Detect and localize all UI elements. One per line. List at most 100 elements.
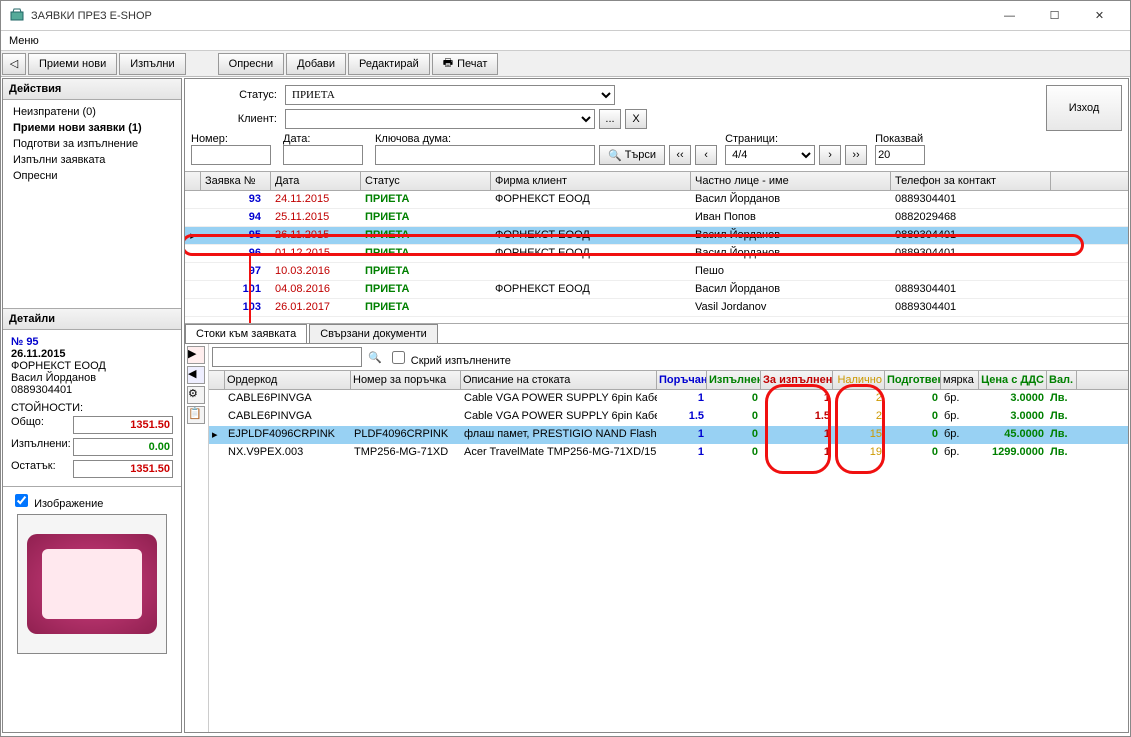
- date-input[interactable]: [283, 145, 363, 165]
- hide-fulfilled-label[interactable]: Скрий изпълнените: [388, 348, 511, 367]
- sidebar: Действия Неизпратени (0) Приеми нови зая…: [2, 78, 182, 733]
- table-row[interactable]: 93 24.11.2015 ПРИЕТА ФОРНЕКСТ ЕООД Васил…: [185, 191, 1128, 209]
- client-clear-button[interactable]: X: [625, 109, 647, 129]
- fulfilled-value: 0.00: [73, 438, 173, 456]
- items-toolbar: ▶ ◀ ⚙ 📋: [185, 344, 209, 732]
- items-add-icon[interactable]: ▶: [187, 346, 205, 364]
- filter-area: Изход Статус: ПРИЕТА Клиент: ... X Номер…: [185, 79, 1128, 171]
- action-prepare[interactable]: Подготви за изпълнение: [5, 136, 179, 152]
- table-row[interactable]: 96 01.12.2015 ПРИЕТА ФОРНЕКСТ ЕООД Васил…: [185, 245, 1128, 263]
- table-row[interactable]: 103 26.01.2017 ПРИЕТА Vasil Jordanov 088…: [185, 299, 1128, 317]
- number-label: Номер:: [191, 133, 271, 145]
- keyword-input[interactable]: [375, 145, 595, 165]
- tab-goods[interactable]: Стоки към заявката: [185, 324, 307, 343]
- hide-fulfilled-checkbox[interactable]: [392, 351, 405, 364]
- search-icon[interactable]: 🔍: [368, 351, 382, 364]
- show-input[interactable]: [875, 145, 925, 165]
- image-checkbox[interactable]: [15, 494, 28, 507]
- first-page-button[interactable]: ‹‹: [669, 145, 691, 165]
- items-grid-header: Ордеркод Номер за поръчка Описание на ст…: [209, 370, 1128, 390]
- items-filter: 🔍 Скрий изпълнените: [209, 344, 1128, 370]
- table-row[interactable]: ▸ 95 26.11.2015 ПРИЕТА ФОРНЕКСТ ЕООД Вас…: [185, 227, 1128, 245]
- table-row[interactable]: CABLE6PINVGA Cable VGA POWER SUPPLY 6pin…: [209, 408, 1128, 426]
- col-prep[interactable]: Подготвено: [885, 371, 941, 389]
- table-row[interactable]: ▸ EJPLDF4096CRPINK PLDF4096CRPINK флаш п…: [209, 426, 1128, 444]
- items-area: ▶ ◀ ⚙ 📋 🔍 Скрий изпълнените Ордеркод Ном…: [185, 343, 1128, 732]
- col-ordnum[interactable]: Номер за поръчка: [351, 371, 461, 389]
- items-action1-icon[interactable]: ⚙: [187, 386, 205, 404]
- client-label: Клиент:: [191, 113, 281, 125]
- items-action2-icon[interactable]: 📋: [187, 406, 205, 424]
- col-status[interactable]: Статус: [361, 172, 491, 190]
- remaining-value: 1351.50: [73, 460, 173, 478]
- action-list: Неизпратени (0) Приеми нови заявки (1) П…: [3, 100, 181, 188]
- col-phone[interactable]: Телефон за контакт: [891, 172, 1051, 190]
- menu-bar: Меню: [1, 31, 1130, 51]
- main-area: Изход Статус: ПРИЕТА Клиент: ... X Номер…: [184, 78, 1129, 733]
- fulfill-button[interactable]: Изпълни: [119, 53, 185, 75]
- pages-select[interactable]: 4/4: [725, 145, 815, 165]
- search-button[interactable]: 🔍Търси: [599, 145, 665, 165]
- action-accept-new[interactable]: Приеми нови заявки (1): [5, 120, 179, 136]
- menu-item[interactable]: Меню: [9, 35, 39, 47]
- edit-button[interactable]: Редактирай: [348, 53, 430, 75]
- table-row[interactable]: NX.V9PEX.003 TMP256-MG-71XD Acer TravelM…: [209, 444, 1128, 462]
- back-button[interactable]: ◁: [2, 53, 26, 75]
- items-remove-icon[interactable]: ◀: [187, 366, 205, 384]
- print-icon: 🖶: [443, 54, 453, 73]
- col-toful[interactable]: За изпълнение: [761, 371, 833, 389]
- col-req[interactable]: Поръчано: [657, 371, 707, 389]
- table-row[interactable]: 101 04.08.2016 ПРИЕТА ФОРНЕКСТ ЕООД Васи…: [185, 281, 1128, 299]
- window-title: ЗАЯВКИ ПРЕЗ E-SHOP: [31, 10, 987, 22]
- refresh-button[interactable]: Опресни: [218, 53, 284, 75]
- detail-values-header: СТОЙНОСТИ:: [11, 402, 173, 414]
- remaining-label: Остатък:: [11, 460, 56, 478]
- col-order-no[interactable]: Заявка №: [201, 172, 271, 190]
- status-label: Статус:: [191, 89, 281, 101]
- orders-grid: Заявка № Дата Статус Фирма клиент Частно…: [185, 171, 1128, 323]
- details-body: № 95 26.11.2015 ФОРНЕКСТ ЕООД Васил Йорд…: [3, 330, 181, 486]
- client-browse-button[interactable]: ...: [599, 109, 621, 129]
- col-company[interactable]: Фирма клиент: [491, 172, 691, 190]
- total-label: Общо:: [11, 416, 44, 434]
- maximize-button[interactable]: ☐: [1032, 2, 1077, 30]
- keyword-label: Ключова дума:: [375, 133, 595, 145]
- table-row[interactable]: 97 10.03.2016 ПРИЕТА Пешо: [185, 263, 1128, 281]
- action-fulfill[interactable]: Изпълни заявката: [5, 152, 179, 168]
- details-header: Детайли: [3, 309, 181, 330]
- toolbar: ◁ Приеми нови Изпълни Опресни Добави Ред…: [1, 51, 1130, 77]
- col-date[interactable]: Дата: [271, 172, 361, 190]
- last-page-button[interactable]: ››: [845, 145, 867, 165]
- actions-header: Действия: [3, 79, 181, 100]
- col-desc[interactable]: Описание на стоката: [461, 371, 657, 389]
- next-page-button[interactable]: ›: [819, 145, 841, 165]
- print-button[interactable]: 🖶Печат: [432, 53, 499, 75]
- col-person[interactable]: Частно лице - име: [691, 172, 891, 190]
- pages-label: Страници:: [725, 133, 815, 145]
- minimize-button[interactable]: —: [987, 2, 1032, 30]
- table-row[interactable]: 94 25.11.2015 ПРИЕТА Иван Попов 08820294…: [185, 209, 1128, 227]
- action-refresh[interactable]: Опресни: [5, 168, 179, 184]
- items-search-input[interactable]: [212, 347, 362, 367]
- action-unsent[interactable]: Неизпратени (0): [5, 104, 179, 120]
- app-icon: [9, 8, 25, 24]
- col-cur[interactable]: Вал.: [1047, 371, 1077, 389]
- col-ful[interactable]: Изпълнено: [707, 371, 761, 389]
- prev-page-button[interactable]: ‹: [695, 145, 717, 165]
- col-price[interactable]: Цена с ДДС: [979, 371, 1047, 389]
- col-code[interactable]: Ордеркод: [225, 371, 351, 389]
- col-unit[interactable]: мярка: [941, 371, 979, 389]
- number-input[interactable]: [191, 145, 271, 165]
- table-row[interactable]: CABLE6PINVGA Cable VGA POWER SUPPLY 6pin…: [209, 390, 1128, 408]
- tab-docs[interactable]: Свързани документи: [309, 324, 438, 343]
- col-avail[interactable]: Налично: [833, 371, 885, 389]
- status-select[interactable]: ПРИЕТА: [285, 85, 615, 105]
- client-select[interactable]: [285, 109, 595, 129]
- exit-button[interactable]: Изход: [1046, 85, 1122, 131]
- date-label: Дата:: [283, 133, 363, 145]
- total-value: 1351.50: [73, 416, 173, 434]
- detail-order-no: № 95: [11, 336, 173, 348]
- accept-new-button[interactable]: Приеми нови: [28, 53, 117, 75]
- close-button[interactable]: ✕: [1077, 2, 1122, 30]
- add-button[interactable]: Добави: [286, 53, 346, 75]
